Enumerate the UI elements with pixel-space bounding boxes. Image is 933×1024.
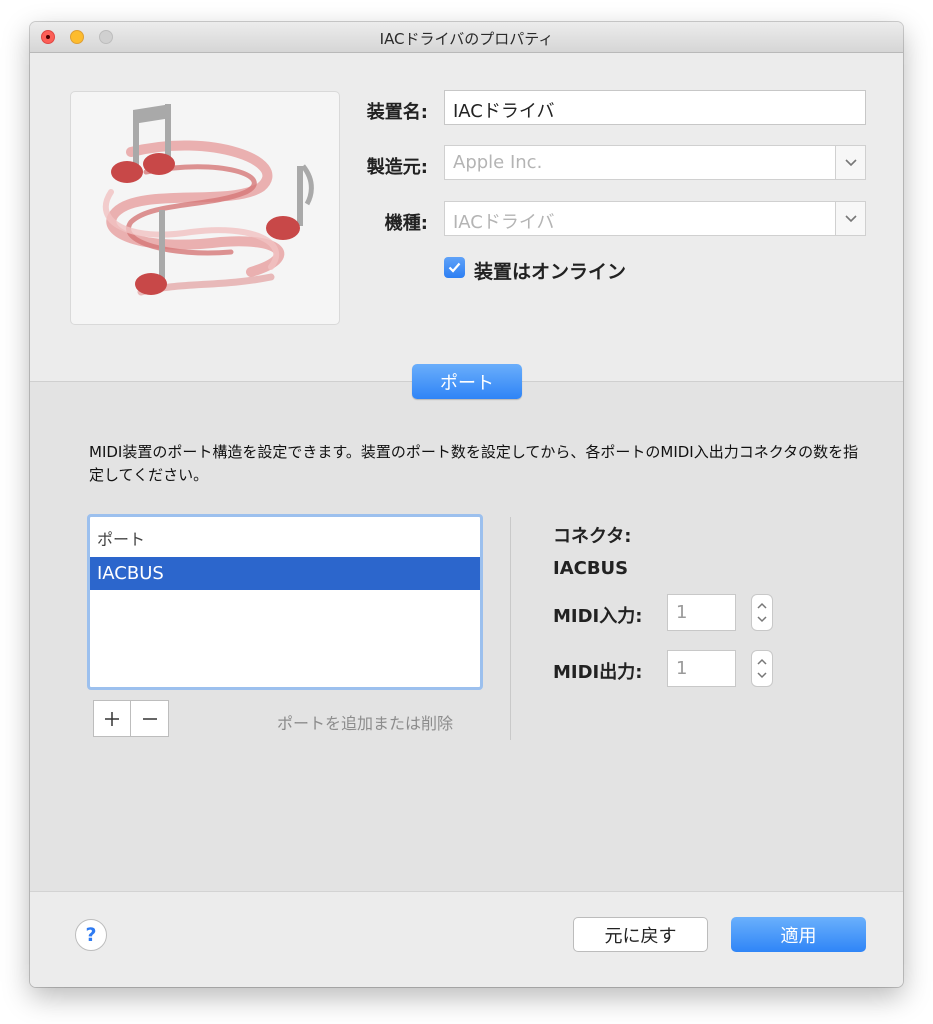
- midi-in-field[interactable]: 1: [667, 594, 736, 631]
- online-checkbox-label[interactable]: 装置はオンライン: [474, 257, 626, 284]
- title-bar: IACドライバのプロパティ: [30, 22, 903, 53]
- plus-icon: [105, 711, 119, 726]
- model-combo[interactable]: IACドライバ: [444, 201, 836, 236]
- chevron-down-icon: [844, 214, 857, 222]
- manufacturer-combo[interactable]: Apple Inc.: [444, 145, 836, 180]
- model-dropdown-button[interactable]: [836, 201, 866, 236]
- apply-button[interactable]: 適用: [731, 917, 866, 952]
- device-icon-box: [70, 91, 340, 325]
- stepper-arrows-icon: [757, 658, 767, 679]
- connector-port-name: IACBUS: [553, 558, 629, 579]
- tab-ports[interactable]: ポート: [412, 364, 522, 399]
- manufacturer-label: 製造元:: [366, 157, 428, 178]
- stepper-arrows-icon: [757, 602, 767, 623]
- midi-in-label: MIDI入力:: [553, 606, 643, 627]
- midi-music-notes-icon: [102, 104, 314, 296]
- add-remove-hint: ポートを追加または削除: [277, 714, 454, 733]
- midi-out-stepper[interactable]: [751, 650, 773, 687]
- connector-title: コネクタ:: [553, 526, 632, 547]
- vertical-divider: [510, 517, 511, 740]
- online-checkbox[interactable]: [444, 257, 465, 278]
- add-port-button[interactable]: [93, 700, 131, 737]
- question-icon: ?: [85, 924, 97, 946]
- model-label: 機種:: [384, 213, 428, 234]
- checkmark-icon: [448, 262, 461, 273]
- chevron-down-icon: [844, 158, 857, 166]
- properties-window: IACドライバのプロパティ 装置名: IACドライバ 製造元: Apple In…: [30, 22, 903, 987]
- minus-icon: [142, 717, 157, 720]
- ports-list-header: ポート: [97, 530, 146, 549]
- midi-out-field[interactable]: 1: [667, 650, 736, 687]
- ports-list[interactable]: ポート IACBUS: [87, 514, 483, 690]
- window-title: IACドライバのプロパティ: [379, 30, 554, 48]
- revert-button[interactable]: 元に戻す: [573, 917, 708, 952]
- list-item[interactable]: IACBUS: [90, 557, 480, 590]
- device-name-label: 装置名:: [366, 102, 428, 123]
- add-remove-control: [93, 700, 169, 737]
- help-button[interactable]: ?: [75, 919, 107, 951]
- ports-description: MIDI装置のポート構造を設定できます。装置のポート数を設定してから、各ポートの…: [89, 443, 859, 484]
- midi-in-stepper[interactable]: [751, 594, 773, 631]
- manufacturer-dropdown-button[interactable]: [836, 145, 866, 180]
- midi-out-label: MIDI出力:: [553, 662, 643, 683]
- device-name-field[interactable]: IACドライバ: [444, 90, 866, 125]
- remove-port-button[interactable]: [131, 700, 169, 737]
